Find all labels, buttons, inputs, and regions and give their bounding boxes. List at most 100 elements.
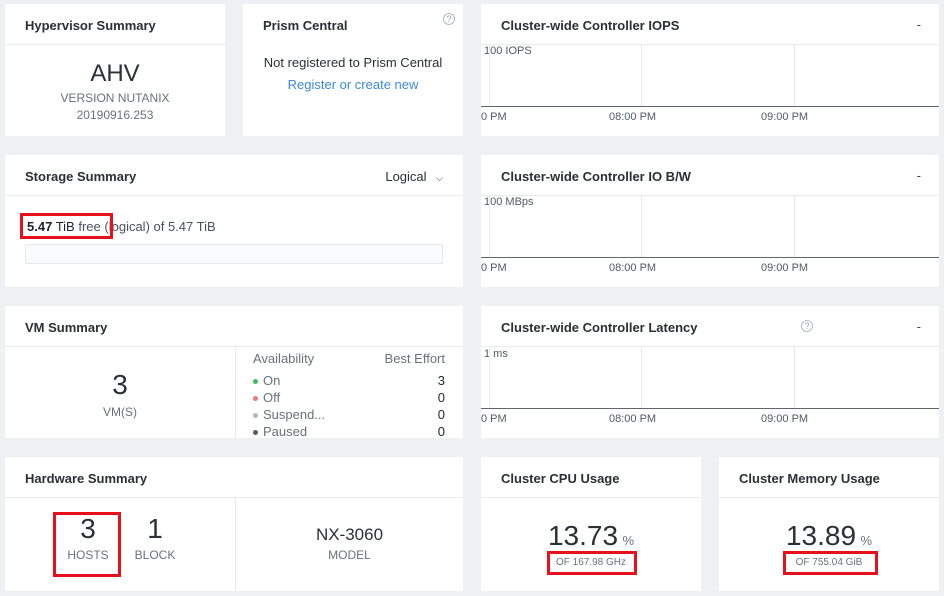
divider (5, 195, 463, 196)
latency-card: Cluster-wide Controller Latency ? - 1 ms… (481, 306, 939, 438)
vm-state-value: 0 (437, 390, 445, 405)
vm-state-value: 3 (437, 373, 445, 388)
register-link-wrap: Register or create new (243, 77, 463, 92)
cpu-usage-title: Cluster CPU Usage (501, 471, 620, 486)
model-stat: NX-3060 MODEL (236, 525, 463, 562)
storage-free-suffix: (logical) of 5.47 TiB (104, 219, 216, 234)
model-name: NX-3060 (315, 525, 384, 544)
prism-status-text: Not registered to Prism Central (263, 55, 443, 70)
iops-y-label: 100 IOPS (484, 45, 532, 57)
memory-usage-title: Cluster Memory Usage (739, 471, 880, 486)
x-tick: 08:00 PM (609, 262, 657, 274)
x-tick: 0 PM (481, 413, 507, 425)
status-dot-icon (253, 396, 258, 402)
storage-view-dropdown[interactable]: Logical ⌵ (385, 169, 443, 184)
memory-usage-unit: % (860, 533, 873, 548)
iobw-title: Cluster-wide Controller IO B/W (501, 169, 691, 184)
grid-line (489, 44, 490, 106)
hypervisor-name: AHV (90, 60, 140, 87)
memory-usage-value: 13.89 (785, 520, 857, 551)
vm-count: 3 (112, 369, 128, 400)
divider (719, 497, 939, 498)
x-tick: 09:00 PM (761, 262, 809, 274)
hardware-summary-title: Hardware Summary (25, 471, 148, 486)
grid-line (794, 195, 795, 257)
highlight-box (547, 551, 637, 575)
grid-line (489, 346, 490, 408)
x-axis (481, 257, 939, 258)
storage-summary-title: Storage Summary (25, 169, 137, 184)
vm-state-label: Suspend... (263, 407, 326, 422)
grid-line (641, 346, 642, 408)
help-icon[interactable]: ? (443, 13, 455, 25)
vm-state-row-suspended: Suspend... 0 (253, 406, 445, 423)
vm-state-label: Paused (263, 424, 308, 439)
cpu-usage-value-line: 13.73 % (481, 520, 701, 552)
grid-line (641, 44, 642, 106)
memory-usage-value-line: 13.89 % (719, 520, 939, 552)
divider (5, 44, 225, 45)
vm-state-list: On 3 Off 0 Suspend... 0 Paused 0 (253, 372, 445, 440)
grid-line (641, 195, 642, 257)
hypervisor-version-line1: VERSION NUTANIX (60, 91, 170, 105)
highlight-box (53, 512, 121, 577)
memory-usage-card: Cluster Memory Usage 13.89 % OF 755.04 G… (719, 457, 939, 591)
highlight-box (20, 213, 113, 239)
availability-header: Availability (253, 351, 315, 366)
vm-state-value: 0 (437, 407, 445, 422)
cpu-usage-value: 13.73 (547, 520, 619, 551)
x-tick: 09:00 PM (761, 413, 809, 425)
status-dot-icon (253, 413, 258, 419)
iobw-card: Cluster-wide Controller IO B/W - 100 MBp… (481, 155, 939, 287)
storage-summary-card: Storage Summary Logical ⌵ 5.47 TiB free … (5, 155, 463, 287)
status-dot-icon (253, 430, 258, 436)
hypervisor-version-line2: 20190916.253 (76, 108, 154, 122)
vm-count-label: VM(S) (103, 405, 137, 419)
vm-state-row-on: On 3 (253, 372, 445, 389)
prism-central-title: Prism Central (263, 18, 348, 33)
best-effort-header: Best Effort (384, 351, 445, 366)
divider (5, 497, 463, 498)
cpu-usage-card: Cluster CPU Usage 13.73 % OF 167.98 GHz (481, 457, 701, 591)
grid-line (794, 44, 795, 106)
register-link[interactable]: Register or create new (288, 77, 419, 92)
grid-line (489, 195, 490, 257)
iops-menu-button[interactable]: - (917, 17, 921, 32)
vm-state-label: Off (263, 390, 281, 405)
highlight-box (783, 551, 878, 575)
divider (481, 497, 701, 498)
blocks-label: BLOCK (134, 548, 176, 562)
divider (481, 346, 939, 347)
divider (481, 195, 939, 196)
cpu-usage-unit: % (622, 533, 635, 548)
vm-state-value: 0 (437, 424, 445, 439)
latency-y-label: 1 ms (484, 348, 508, 360)
hypervisor-summary-card: Hypervisor Summary AHV VERSION NUTANIX 2… (5, 4, 225, 136)
latency-menu-button[interactable]: - (917, 319, 921, 334)
vm-summary-title: VM Summary (25, 320, 108, 335)
vm-summary-card: VM Summary 3 VM(S) Availability Best Eff… (5, 306, 463, 440)
vertical-divider (235, 347, 236, 438)
latency-title: Cluster-wide Controller Latency (501, 320, 698, 335)
blocks-count: 1 (147, 513, 163, 544)
prism-central-card: Prism Central ? Not registered to Prism … (243, 4, 463, 136)
blocks-stat: 1 BLOCK (128, 513, 182, 563)
storage-usage-bar (25, 244, 443, 264)
x-tick: 0 PM (481, 111, 507, 123)
status-dot-icon (253, 379, 258, 385)
x-tick: 09:00 PM (761, 111, 809, 123)
grid-line (794, 346, 795, 408)
x-tick: 08:00 PM (609, 413, 657, 425)
chevron-down-icon: ⌵ (436, 173, 443, 183)
x-tick: 0 PM (481, 262, 507, 274)
vm-state-row-paused: Paused 0 (253, 423, 445, 440)
storage-view-selected: Logical (385, 169, 427, 184)
iops-card: Cluster-wide Controller IOPS - 100 IOPS … (481, 4, 939, 136)
x-axis (481, 408, 939, 409)
x-tick: 08:00 PM (609, 111, 657, 123)
iobw-y-label: 100 MBps (484, 196, 534, 208)
x-axis (481, 106, 939, 107)
iobw-menu-button[interactable]: - (917, 168, 921, 183)
help-icon[interactable]: ? (801, 320, 813, 332)
divider (481, 44, 939, 45)
